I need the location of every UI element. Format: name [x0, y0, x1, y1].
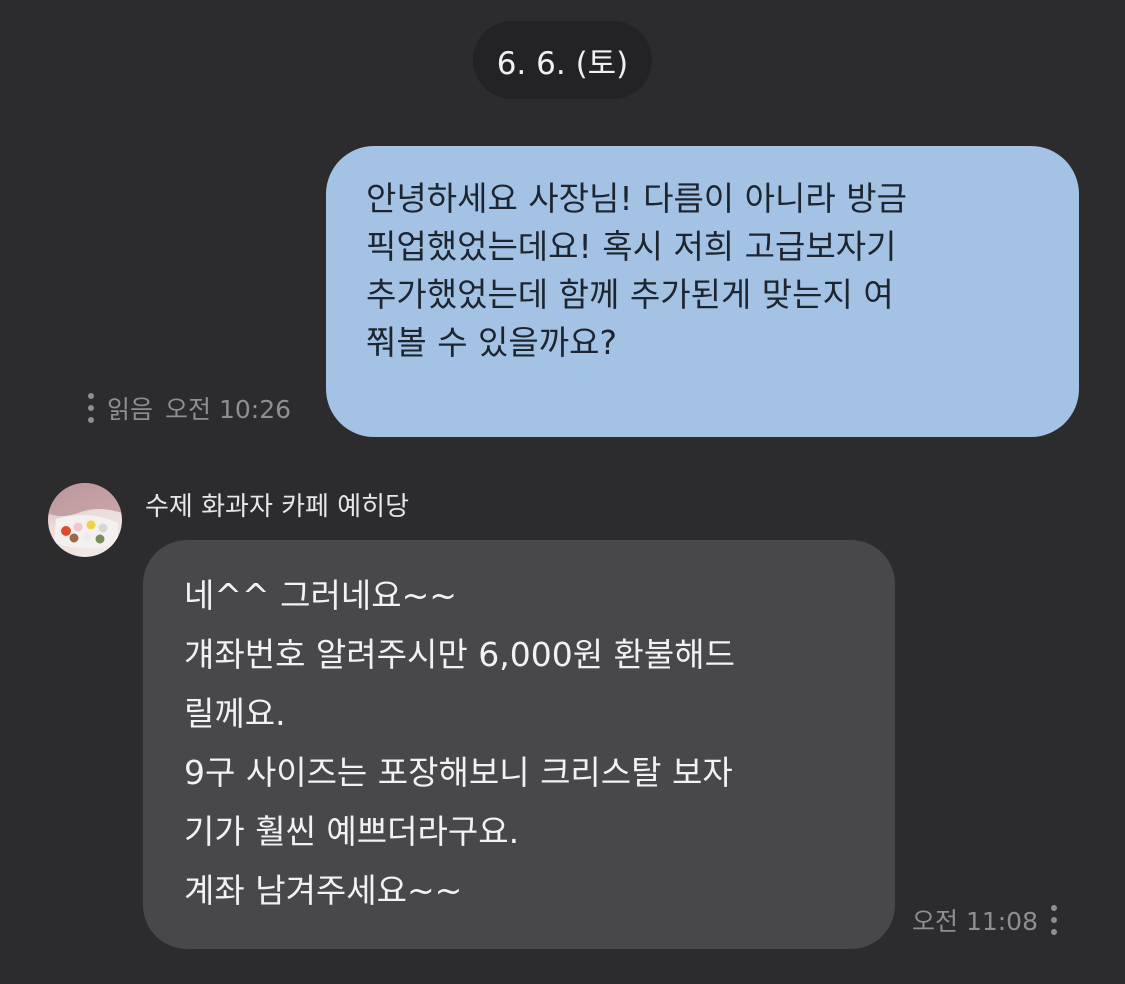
read-status: 읽음 — [107, 395, 154, 424]
kebab-menu-icon[interactable] — [87, 393, 95, 423]
incoming-message-bubble[interactable]: 네^^ 그러네요~~ 걔좌번호 알려주시만 6,000원 환불해드 릴께요. 9… — [143, 540, 895, 949]
kebab-menu-icon[interactable] — [1050, 905, 1058, 935]
incoming-message-meta: 오전 11:08 — [912, 898, 1058, 942]
shop-avatar-image — [48, 483, 122, 549]
outgoing-message-bubble[interactable]: 안녕하세요 사장님! 다름이 아니라 방금 픽업했었는데요! 혹시 저희 고급보… — [326, 146, 1079, 437]
date-divider: 6. 6. (토) — [473, 21, 652, 99]
sender-avatar[interactable] — [48, 483, 122, 557]
message-time: 오전 11:08 — [912, 907, 1038, 936]
outgoing-message-meta: 읽음 오전 10:26 — [87, 386, 291, 430]
sender-name[interactable]: 수제 화과자 카페 예히당 — [145, 486, 409, 523]
message-time: 오전 10:26 — [165, 395, 292, 424]
